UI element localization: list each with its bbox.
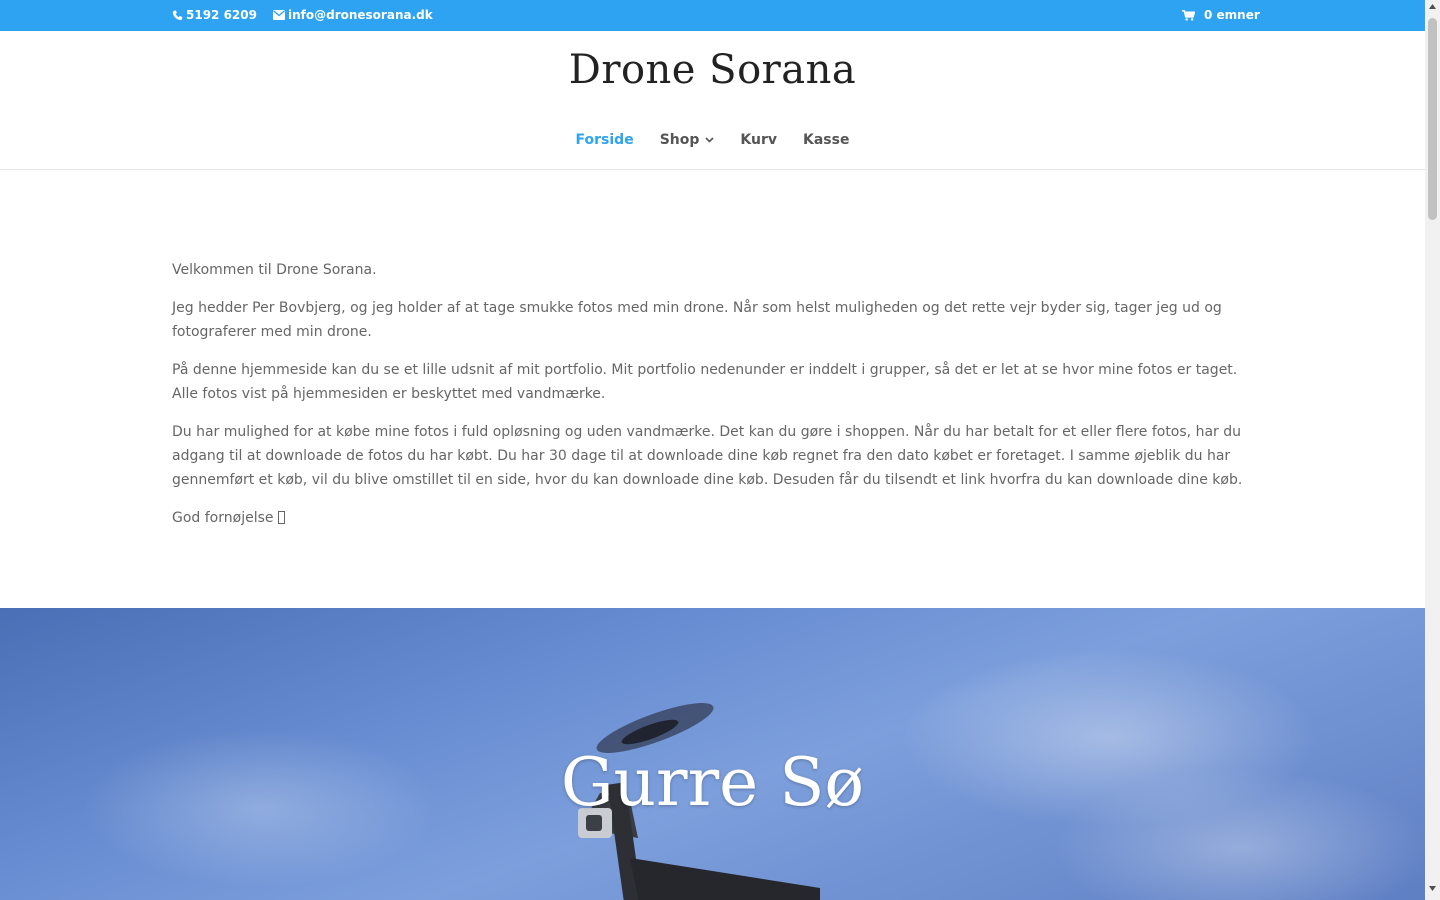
nav-label: Forside [575, 132, 634, 148]
portfolio-hero: Gurre Sø [0, 608, 1425, 900]
phone-link[interactable]: 5192 6209 [172, 8, 257, 22]
email-link[interactable]: info@dronesorana.dk [272, 8, 433, 22]
paragraph: På denne hjemmeside kan du se et lille u… [172, 362, 1238, 402]
cart-count: 0 emner [1204, 8, 1260, 22]
contact-info: 5192 6209 info@dronesorana.dk [172, 8, 449, 22]
scrollbar-thumb[interactable] [1428, 18, 1437, 220]
paragraph-closing: God fornøjelse [172, 506, 1254, 530]
nav-label: Kasse [803, 132, 850, 148]
cart-icon [1182, 9, 1195, 21]
closing-text: God fornøjelse [172, 510, 278, 526]
intro-text: Velkommen til Drone Sorana. Jeg hedder P… [172, 258, 1254, 544]
top-bar: 5192 6209 info@dronesorana.dk 0 emner [0, 0, 1425, 31]
cart-link[interactable]: 0 emner [1182, 8, 1260, 22]
phone-icon [172, 9, 183, 20]
nav-item-kasse[interactable]: Kasse [803, 132, 849, 148]
paragraph: Velkommen til Drone Sorana. [172, 262, 377, 278]
page-scrollbar[interactable] [1425, 0, 1440, 900]
phone-number: 5192 6209 [186, 8, 257, 22]
scroll-up-icon[interactable] [1429, 4, 1436, 9]
envelope-icon [272, 10, 285, 20]
emoji-placeholder-icon [277, 511, 285, 524]
hero-title: Gurre Sø [560, 744, 865, 821]
paragraph: Jeg hedder Per Bovbjerg, og jeg holder a… [172, 300, 1222, 340]
paragraph: Du har mulighed for at købe mine fotos i… [172, 424, 1243, 488]
nav-label: Kurv [740, 132, 777, 148]
main-nav: Forside Shop Kurv Kasse [0, 132, 1425, 148]
site-logo[interactable]: Drone Sorana [0, 47, 1425, 93]
nav-label: Shop [659, 132, 700, 148]
email-address: info@dronesorana.dk [287, 8, 433, 22]
scroll-down-icon[interactable] [1429, 886, 1436, 891]
nav-item-shop[interactable]: Shop [660, 132, 715, 148]
site-header: Drone Sorana Forside Shop Kurv Kasse [0, 31, 1425, 170]
nav-item-kurv[interactable]: Kurv [740, 132, 777, 148]
chevron-down-icon [705, 137, 714, 143]
nav-item-forside[interactable]: Forside [576, 132, 634, 148]
